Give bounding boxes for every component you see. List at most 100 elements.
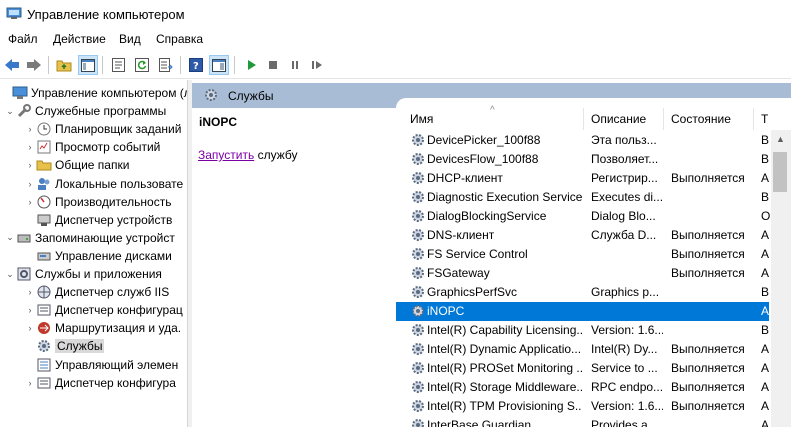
- tree-node[interactable]: › Диспетчер служб IIS: [24, 283, 170, 301]
- collapse-arrow-icon[interactable]: ›: [24, 142, 36, 152]
- service-name: Intel(R) Storage Middleware...: [427, 380, 582, 394]
- service-row[interactable]: Intel(R) TPM Provisioning S... Version: 1…: [396, 397, 769, 416]
- service-gear-icon: [410, 398, 426, 414]
- expand-arrow-icon[interactable]: ⌄: [4, 232, 16, 243]
- service-row[interactable]: DialogBlockingService Dialog Blo... О: [396, 207, 770, 226]
- menu-help[interactable]: Справка: [156, 32, 203, 46]
- service-row[interactable]: Intel(R) Dynamic Applicatio... Intel(R) D…: [396, 340, 769, 359]
- collapse-arrow-icon[interactable]: ›: [24, 179, 36, 189]
- column-header-status[interactable]: Состояние: [664, 108, 754, 130]
- column-header-status-label: Состояние: [671, 112, 731, 126]
- service-row[interactable]: DevicePicker_100f88 Эта польз... В: [396, 131, 769, 150]
- export-list-icon[interactable]: [156, 55, 176, 75]
- collapse-arrow-icon[interactable]: ›: [24, 378, 36, 388]
- collapse-arrow-icon[interactable]: ›: [24, 323, 36, 333]
- collapse-arrow-icon[interactable]: ›: [24, 287, 36, 297]
- service-row[interactable]: InterBase Guardian Provides a ... А: [396, 416, 769, 427]
- service-gear-icon: [410, 379, 426, 395]
- tree-node-label: Диспетчер служб IIS: [55, 285, 170, 300]
- scroll-thumb[interactable]: [773, 152, 787, 192]
- tree-node[interactable]: › Локальные пользовате: [24, 175, 184, 193]
- back-arrow-icon[interactable]: [2, 55, 22, 75]
- stop-icon[interactable]: [263, 55, 283, 75]
- tree-node-label: Просмотр событий: [55, 140, 161, 155]
- refresh-icon[interactable]: [132, 55, 152, 75]
- service-gear-icon: [410, 208, 426, 224]
- menu-file[interactable]: Файл: [8, 32, 38, 46]
- tree-node[interactable]: › Диспетчер конфигурац: [24, 301, 183, 319]
- service-description: RPC endpo...: [591, 380, 663, 394]
- collapse-arrow-icon[interactable]: ›: [24, 160, 36, 170]
- service-description-pane: iNOPC Запустить службу: [192, 108, 396, 427]
- service-name: Diagnostic Execution Service: [427, 190, 582, 204]
- tree-node[interactable]: ⌄ Запоминающие устройст: [4, 229, 175, 247]
- tree-node[interactable]: › Планировщик заданий: [24, 120, 182, 138]
- service-status: Выполняется: [671, 228, 745, 242]
- service-description: Version: 1.6...: [591, 399, 663, 413]
- menu-view[interactable]: Вид: [119, 32, 141, 46]
- forward-arrow-icon[interactable]: [24, 55, 44, 75]
- help-icon[interactable]: ?: [186, 55, 206, 75]
- collapse-arrow-icon[interactable]: ›: [24, 305, 36, 315]
- service-row[interactable]: Intel(R) PROSet Monitoring ... Service to…: [396, 359, 769, 378]
- service-gear-icon: [410, 227, 426, 243]
- column-header-name[interactable]: ^ Имя: [396, 105, 584, 130]
- service-row[interactable]: DevicesFlow_100f88 Позволяет... В: [396, 150, 769, 169]
- tree-node[interactable]: ⌄ Службы и приложения: [4, 265, 162, 283]
- tree-node-label: Локальные пользовате: [55, 176, 184, 191]
- service-row[interactable]: DHCP-клиент Регистрир... Выполняется А: [396, 169, 769, 188]
- tree-node[interactable]: ⌄ Служебные программы: [4, 102, 166, 120]
- service-name: Intel(R) PROSet Monitoring ...: [427, 361, 582, 375]
- tree-node[interactable]: Управляющий элемен: [24, 356, 178, 374]
- scroll-up-icon[interactable]: ▲: [776, 134, 785, 144]
- service-row[interactable]: GraphicsPerfSvc Graphics p... В: [396, 283, 769, 302]
- show-hide-tree-icon[interactable]: [78, 55, 98, 75]
- tree-node[interactable]: › Маршрутизация и уда.: [24, 319, 182, 337]
- service-row[interactable]: Intel(R) Storage Middleware... RPC endpo.…: [396, 378, 769, 397]
- tree-node[interactable]: › Диспетчер конфигура: [24, 374, 176, 392]
- collapse-arrow-icon[interactable]: ›: [24, 197, 36, 207]
- computer-icon: [12, 85, 28, 101]
- service-name: FSGateway: [427, 266, 490, 280]
- service-gear-icon: [410, 417, 426, 427]
- tree-node[interactable]: › Просмотр событий: [24, 138, 161, 156]
- computer-management-icon: [6, 7, 22, 19]
- vertical-scrollbar[interactable]: ▲: [771, 130, 791, 427]
- service-name: DHCP-клиент: [427, 171, 503, 185]
- tree-node[interactable]: Службы: [24, 337, 105, 355]
- service-name: GraphicsPerfSvc: [427, 285, 518, 299]
- tree-node[interactable]: Управление дисками: [24, 247, 172, 265]
- service-row[interactable]: DNS-клиент Служба D... Выполняется А: [396, 226, 769, 245]
- tree-node-label: Маршрутизация и уда.: [55, 321, 182, 336]
- tree-node[interactable]: Диспетчер устройств: [24, 211, 172, 229]
- service-gear-icon: [410, 341, 426, 357]
- service-row[interactable]: Intel(R) Capability Licensing... Version:…: [396, 321, 769, 340]
- expand-arrow-icon[interactable]: ⌄: [4, 269, 16, 280]
- service-gear-icon: [410, 246, 426, 262]
- service-row[interactable]: FSGateway Выполняется А: [396, 264, 769, 283]
- service-gear-icon: [410, 360, 426, 376]
- toolbar: ?: [0, 52, 791, 79]
- menu-action[interactable]: Действие: [53, 32, 106, 46]
- action-pane-icon[interactable]: [209, 55, 229, 75]
- service-gear-icon: [410, 265, 426, 281]
- column-header-startup[interactable]: Т: [754, 108, 791, 130]
- pause-icon[interactable]: [285, 55, 305, 75]
- tree-node[interactable]: › Производительность: [24, 193, 172, 211]
- tree-node[interactable]: Управление компьютером (л: [0, 84, 187, 102]
- service-row[interactable]: Diagnostic Execution Service Executes di.…: [396, 188, 769, 207]
- service-row[interactable]: FS Service Control Выполняется А: [396, 245, 769, 264]
- start-service-suffix: службу: [254, 148, 298, 162]
- start-service-link[interactable]: Запустить: [198, 148, 254, 162]
- tree-node[interactable]: › Общие папки: [24, 156, 130, 174]
- play-icon[interactable]: [241, 55, 261, 75]
- service-row[interactable]: iNOPC А: [396, 302, 769, 321]
- service-name: DevicesFlow_100f88: [427, 152, 539, 166]
- expand-arrow-icon[interactable]: ⌄: [4, 106, 16, 117]
- up-folder-icon[interactable]: [54, 55, 74, 75]
- restart-icon[interactable]: [307, 55, 327, 75]
- service-name: Intel(R) Capability Licensing...: [427, 323, 582, 337]
- properties-icon[interactable]: [108, 55, 128, 75]
- column-header-description[interactable]: Описание: [584, 108, 664, 130]
- collapse-arrow-icon[interactable]: ›: [24, 124, 36, 134]
